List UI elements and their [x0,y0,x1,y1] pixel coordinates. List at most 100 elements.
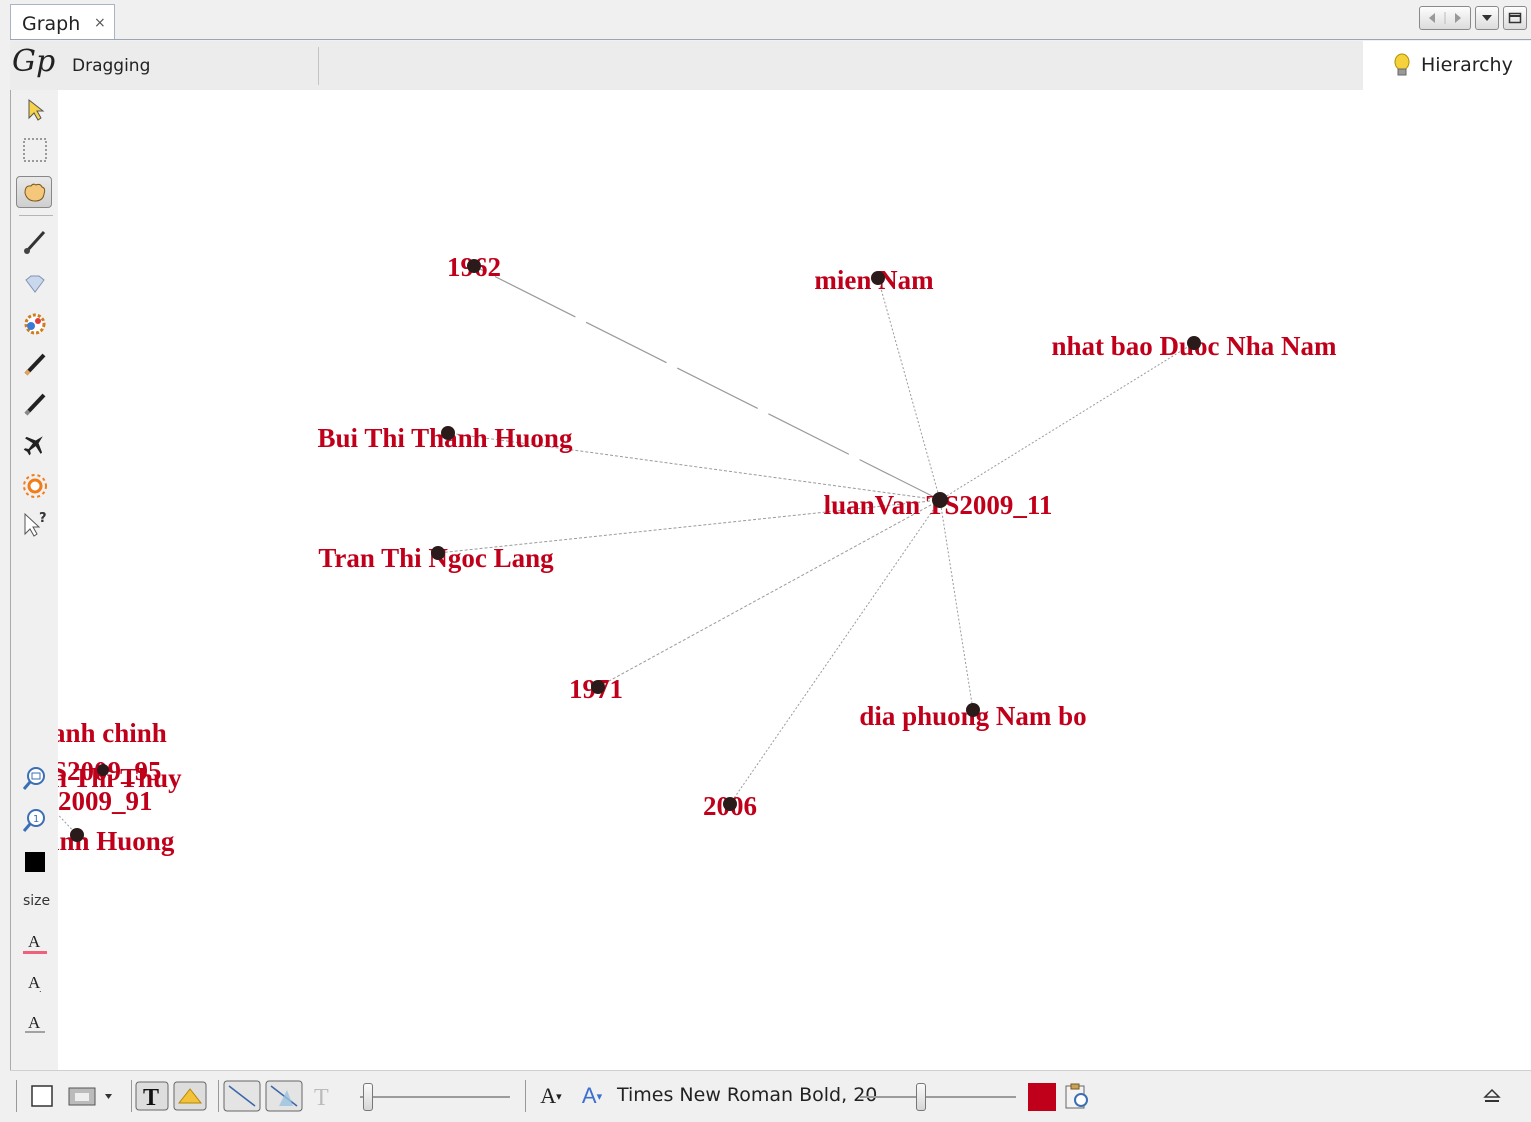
edge-scale-slider-track [360,1096,510,1098]
airplane-icon[interactable] [21,430,49,458]
graph-node[interactable] [966,703,980,717]
highlight-toggle[interactable] [172,1081,208,1111]
tools-toolbar: ? 1 size A A. A [10,90,59,1070]
hierarchy-panel-button[interactable]: Hierarchy [1363,41,1531,90]
mode-label: Dragging [72,56,151,76]
rect-select-icon[interactable] [21,136,49,164]
edge-color-toggle[interactable] [264,1080,304,1112]
tab-graph[interactable]: Graph × [10,4,115,40]
lightbulb-icon [1394,53,1410,76]
graph-toolbar: Gp Dragging [10,41,1363,90]
graph-svg[interactable]: anh chinh S2009_95 en Thi Thuy 2009_91 i… [58,90,1531,1070]
camera-icon [68,1087,112,1106]
arrow-select-icon[interactable] [21,96,49,124]
diamond-icon[interactable] [21,270,49,298]
tab-divider [10,39,1531,40]
offscreen-nodes: anh chinh S2009_95 en Thi Thuy 2009_91 i… [58,718,182,856]
graph-node[interactable] [871,271,885,285]
label-font-icon[interactable]: A [21,1008,49,1036]
hierarchy-label: Hierarchy [1421,54,1513,76]
toolbar-separator [318,47,319,85]
graph-node[interactable] [1187,336,1201,350]
edge[interactable] [939,342,1195,501]
edge-labels-toggle[interactable]: T [310,1081,338,1111]
eject-icon [1483,1088,1501,1102]
font-size-down-button[interactable]: A ▾ [536,1081,566,1111]
maximize-icon [1508,12,1522,24]
zoom-reset-icon[interactable]: 1 [21,806,49,834]
toolbar-separator [16,1080,17,1112]
graph-node[interactable] [591,680,605,694]
tab-list-button[interactable] [1475,6,1499,30]
center-node[interactable] [932,492,948,508]
svg-text:T: T [143,1085,159,1111]
svg-text:A: A [28,1013,41,1032]
node-label: 2009_91 [58,786,153,816]
pencil-icon[interactable] [21,350,49,378]
text-t-icon: T [135,1081,169,1111]
label-color-icon[interactable]: A [21,928,49,956]
font-label[interactable]: Times New Roman Bold, 20 [617,1084,877,1106]
edge-pencil-icon[interactable] [21,390,49,418]
label-size-icon[interactable]: A. [21,968,49,996]
highlight-icon [173,1081,207,1111]
graph-node[interactable] [441,426,455,440]
window-controls [1419,6,1527,30]
svg-text:1: 1 [33,814,39,825]
expand-panel-button[interactable] [1480,1081,1504,1111]
graph-node[interactable] [97,764,109,776]
zoom-fit-icon[interactable] [21,764,49,792]
edge[interactable] [939,499,974,711]
sun-icon[interactable] [21,472,49,500]
chevron-down-icon [1482,15,1492,21]
maximize-button[interactable] [1503,6,1527,30]
edge-scale-slider[interactable] [363,1083,373,1111]
drag-hand-icon[interactable] [16,176,52,208]
text-t-outline-icon: T [314,1085,329,1110]
tab-label: Graph [22,13,81,35]
brush-icon[interactable] [21,228,49,256]
edge-color-icon [265,1080,303,1112]
show-labels-toggle[interactable]: T [134,1081,170,1111]
svg-text:?: ? [39,511,47,526]
label-size-slider-track [860,1096,1016,1098]
graph-node[interactable] [70,828,84,842]
dropdown-indicator: ▾ [556,1089,562,1103]
nodes: 1962 mien Nam nhat bao Duoc Nha Nam Bui … [318,252,1337,821]
tab-scroll-button[interactable] [1419,6,1471,30]
edge-icon [223,1080,261,1112]
graph-node[interactable] [723,797,737,811]
graph-node[interactable] [431,546,445,560]
screenshot-button[interactable] [66,1081,114,1111]
toolbar-separator [131,1080,132,1112]
show-nodes-checkbox[interactable] [30,1081,54,1111]
edge[interactable] [729,499,941,805]
label-color-swatch[interactable] [1028,1083,1056,1111]
dropdown-indicator: ▾ [596,1089,603,1103]
svg-text:T: T [314,1085,329,1110]
settings-button[interactable] [1062,1081,1092,1111]
font-size-up-label: A [581,1083,597,1108]
svg-text:.: . [39,985,42,994]
font-size-up-button[interactable]: A ▾ [577,1081,607,1111]
scroll-arrows-icon [1429,12,1461,24]
toolbar-separator [19,215,53,216]
edge[interactable] [877,277,941,501]
show-edges-toggle[interactable] [222,1080,262,1112]
cursor-help-icon[interactable]: ? [21,510,49,538]
tab-strip: Graph × [0,0,1531,41]
edges [58,265,1195,836]
graph-node[interactable] [467,259,481,273]
edge[interactable] [473,265,941,501]
clipboard-settings-icon [1065,1083,1088,1109]
bottom-toolbar: T T A ▾ A ▾ Times New Roman Bold, 20 [10,1070,1531,1122]
graph-canvas[interactable]: anh chinh S2009_95 en Thi Thuy 2009_91 i… [58,90,1531,1070]
background-color-icon[interactable] [21,848,49,876]
toolbar-separator [525,1080,526,1112]
close-tab-icon[interactable]: × [94,15,106,31]
size-label: size [23,893,51,909]
toolbar-separator [218,1080,219,1112]
label-size-slider[interactable] [916,1083,926,1111]
color-burst-icon[interactable] [21,310,49,338]
edge[interactable] [597,499,941,688]
